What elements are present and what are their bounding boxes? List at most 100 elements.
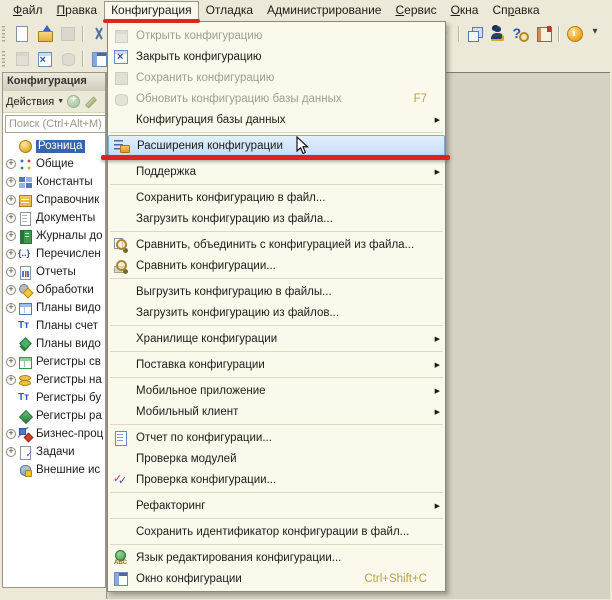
submenu-arrow-icon: ▶ xyxy=(435,168,440,176)
cut-button[interactable] xyxy=(88,23,109,44)
copy-windows-icon xyxy=(466,25,484,43)
search-input[interactable] xyxy=(5,115,106,133)
menu-shortcut: F7 xyxy=(414,93,427,105)
help-index-button[interactable] xyxy=(510,23,531,44)
expand-plus-icon[interactable] xyxy=(6,285,16,295)
tree-item-11[interactable]: Планы видо xyxy=(3,335,105,353)
save-icon xyxy=(59,25,77,43)
new-document-icon xyxy=(13,25,31,43)
menu-item-23[interactable]: Мобильное приложение▶ xyxy=(108,380,445,401)
menu-item-label: Обновить конфигурацию базы данных xyxy=(136,93,414,105)
expand-plus-icon[interactable] xyxy=(6,195,16,205)
tree-item-3[interactable]: Справочник xyxy=(3,191,105,209)
expand-plus-icon[interactable] xyxy=(6,429,16,439)
help-contents-icon xyxy=(535,25,553,43)
open-file-button[interactable] xyxy=(34,23,55,44)
menu-item-4[interactable]: Конфигурация базы данных▶ xyxy=(108,109,445,130)
configurator-window: ФайлПравкаКонфигурацияОтладкаАдминистрир… xyxy=(0,0,612,600)
tasks-icon xyxy=(18,445,33,460)
expand-plus-icon[interactable] xyxy=(6,249,16,259)
expand-plus-icon[interactable] xyxy=(6,375,16,385)
menu-separator xyxy=(110,424,443,425)
expand-spacer xyxy=(6,411,16,421)
expand-plus-icon[interactable] xyxy=(6,303,16,313)
menu-item-30[interactable]: Рефакторинг▶ xyxy=(108,495,445,516)
menu-item-16[interactable]: Выгрузить конфигурацию в файлы... xyxy=(108,281,445,302)
menubar-item-0[interactable]: Файл xyxy=(6,1,50,20)
actions-button-label: Действия xyxy=(6,96,54,108)
actions-button[interactable]: Действия ▼ xyxy=(6,96,64,108)
syntax-assistant-button[interactable] xyxy=(487,23,508,44)
menu-item-11[interactable]: Загрузить конфигурацию из файла... xyxy=(108,208,445,229)
menu-item-17[interactable]: Загрузить конфигурацию из файлов... xyxy=(108,302,445,323)
menu-icon-spacer xyxy=(113,524,129,540)
menubar-item-3[interactable]: Отладка xyxy=(199,1,260,20)
edit-pencil-icon[interactable] xyxy=(83,95,96,108)
tree-item-4[interactable]: Документы xyxy=(3,209,105,227)
about-button[interactable] xyxy=(564,23,585,44)
menu-icon-spacer xyxy=(113,211,129,227)
expand-plus-icon[interactable] xyxy=(6,357,16,367)
menubar-item-1[interactable]: Правка xyxy=(50,1,105,20)
tree-item-5[interactable]: Журналы до xyxy=(3,227,105,245)
tree-item-12[interactable]: Регистры св xyxy=(3,353,105,371)
tree-item-9[interactable]: Планы видо xyxy=(3,299,105,317)
menu-item-label: Поставка конфигурации xyxy=(136,359,435,371)
menu-separator xyxy=(110,377,443,378)
expand-plus-icon[interactable] xyxy=(6,267,16,277)
toolbar-separator xyxy=(458,26,460,42)
tree-item-15[interactable]: Регистры ра xyxy=(3,407,105,425)
menubar-item-6[interactable]: Окна xyxy=(444,1,486,20)
tree-item-16[interactable]: Бизнес-проц xyxy=(3,425,105,443)
menubar-item-7[interactable]: Справка xyxy=(485,1,546,20)
toolbar-grip[interactable] xyxy=(2,51,5,67)
tree-item-label: Регистры ра xyxy=(36,410,102,422)
tree-item-7[interactable]: Отчеты xyxy=(3,263,105,281)
menu-item-6[interactable]: Расширения конфигурации xyxy=(108,135,445,156)
menu-item-26[interactable]: Отчет по конфигурации... xyxy=(108,427,445,448)
menu-item-14[interactable]: Сравнить конфигурации... xyxy=(108,255,445,276)
menu-item-28[interactable]: Проверка конфигурации... xyxy=(108,469,445,490)
tree-item-13[interactable]: Регистры на xyxy=(3,371,105,389)
expand-plus-icon[interactable] xyxy=(6,447,16,457)
tree-item-2[interactable]: Константы xyxy=(3,173,105,191)
menu-item-34[interactable]: Язык редактирования конфигурации... xyxy=(108,547,445,568)
menu-item-21[interactable]: Поставка конфигурации▶ xyxy=(108,354,445,375)
menu-item-27[interactable]: Проверка модулей xyxy=(108,448,445,469)
menu-item-label: Мобильный клиент xyxy=(136,406,435,418)
tree-item-14[interactable]: Регистры бу xyxy=(3,389,105,407)
menu-item-32[interactable]: Сохранить идентификатор конфигурации в ф… xyxy=(108,521,445,542)
tree-item-6[interactable]: Перечислен xyxy=(3,245,105,263)
tree-item-10[interactable]: Планы счет xyxy=(3,317,105,335)
toolbar-grip[interactable] xyxy=(2,26,5,42)
tree-item-label: Общие xyxy=(36,158,74,170)
add-icon[interactable] xyxy=(67,95,80,108)
close-configuration-button[interactable] xyxy=(34,49,55,70)
menu-item-1[interactable]: Закрыть конфигурацию xyxy=(108,46,445,67)
tree-item-1[interactable]: Общие xyxy=(3,155,105,173)
tree-item-17[interactable]: Задачи xyxy=(3,443,105,461)
tree-item-8[interactable]: Обработки xyxy=(3,281,105,299)
menu-item-24[interactable]: Мобильный клиент▶ xyxy=(108,401,445,422)
menubar-item-2[interactable]: Конфигурация xyxy=(104,1,199,20)
expand-plus-icon[interactable] xyxy=(6,231,16,241)
tree-item-18[interactable]: Внешние ис xyxy=(3,461,105,479)
menu-item-8[interactable]: Поддержка▶ xyxy=(108,161,445,182)
configuration-window-button[interactable] xyxy=(88,49,109,70)
menu-item-label: Расширения конфигурации xyxy=(137,140,442,152)
copy-windows-button[interactable] xyxy=(464,23,485,44)
menu-item-35[interactable]: Окно конфигурацииCtrl+Shift+C xyxy=(108,568,445,589)
menu-item-13[interactable]: Сравнить, объединить с конфигурацией из … xyxy=(108,234,445,255)
menu-item-19[interactable]: Хранилище конфигурации▶ xyxy=(108,328,445,349)
expand-plus-icon[interactable] xyxy=(6,159,16,169)
menubar-item-4[interactable]: Администрирование xyxy=(260,1,388,20)
tree-item-0[interactable]: Розница xyxy=(3,137,105,155)
menu-item-10[interactable]: Сохранить конфигурацию в файл... xyxy=(108,187,445,208)
toolbar-options-button[interactable] xyxy=(587,23,608,44)
expand-plus-icon[interactable] xyxy=(6,177,16,187)
new-document-button[interactable] xyxy=(11,23,32,44)
expand-plus-icon[interactable] xyxy=(6,213,16,223)
help-contents-button[interactable] xyxy=(533,23,554,44)
menubar-item-5[interactable]: Сервис xyxy=(388,1,443,20)
menu-separator xyxy=(110,544,443,545)
